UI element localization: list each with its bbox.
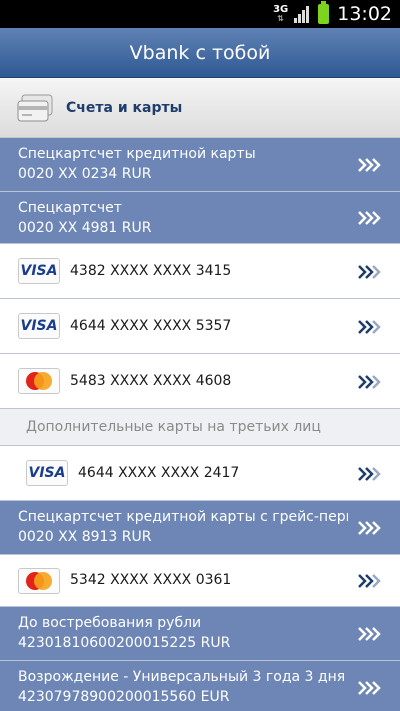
deposit-account-number: 42307978900200015560 EUR	[18, 689, 230, 705]
visa-logo: VISA	[26, 460, 68, 486]
account-number: 0020 XX 8913 RUR	[18, 529, 152, 545]
section-header-accounts-cards[interactable]: Счета и карты	[0, 78, 400, 138]
status-bar: 3G ⇅ 13:02	[0, 0, 400, 28]
card-row[interactable]: 5342 XXXX XXXX 0361	[0, 555, 400, 607]
chevron-right-icon	[358, 627, 381, 641]
chevron-right-icon	[358, 375, 381, 389]
app-title-bar: Vbank с тобой	[0, 28, 400, 78]
account-row[interactable]: Спецкартсчет кредитной карты с грейс-пер…	[0, 501, 400, 555]
chevron-right-icon	[358, 211, 381, 225]
deposit-name: До востребования рубли	[18, 615, 202, 631]
card-number: 5483 XXXX XXXX 4608	[70, 373, 232, 389]
card-number: 4644 XXXX XXXX 5357	[70, 318, 232, 334]
card-row[interactable]: VISA 4644 XXXX XXXX 5357	[0, 299, 400, 354]
account-name: Спецкартсчет кредитной карты с грейс-пер…	[18, 509, 348, 525]
visa-logo: VISA	[18, 313, 60, 339]
account-number: 0020 XX 0234 RUR	[18, 166, 152, 182]
deposit-row[interactable]: До востребования рубли 42301810600200015…	[0, 607, 400, 661]
chevron-right-icon	[358, 681, 381, 695]
chevron-right-icon	[358, 320, 381, 334]
card-row[interactable]: 5483 XXXX XXXX 4608	[0, 354, 400, 409]
chevron-right-icon	[358, 574, 381, 588]
account-row[interactable]: Спецкартсчет кредитной карты 0020 XX 023…	[0, 138, 400, 192]
deposit-row[interactable]: Возрождение - Универсальный 3 года 3 дня…	[0, 661, 400, 711]
third-party-cards-header: Дополнительные карты на третьих лиц	[0, 409, 400, 446]
status-time: 13:02	[337, 3, 392, 25]
mastercard-logo	[18, 368, 60, 394]
cards-icon	[17, 94, 53, 122]
mastercard-logo	[18, 568, 60, 594]
card-number: 5342 XXXX XXXX 0361	[70, 572, 232, 588]
chevron-right-icon	[358, 158, 381, 172]
card-number: 4382 XXXX XXXX 3415	[70, 263, 232, 279]
card-number: 4644 XXXX XXXX 2417	[78, 465, 240, 481]
signal-icon	[294, 5, 310, 23]
chevron-right-icon	[358, 467, 381, 481]
card-row[interactable]: VISA 4644 XXXX XXXX 2417	[0, 446, 400, 501]
battery-icon	[318, 1, 330, 24]
section-label: Счета и карты	[66, 99, 183, 116]
chevron-right-icon	[358, 265, 381, 279]
deposit-account-number: 42301810600200015225 RUR	[18, 635, 231, 651]
account-name: Спецкартсчет	[18, 200, 122, 216]
account-number: 0020 XX 4981 RUR	[18, 220, 152, 236]
network-indicator: 3G ⇅	[273, 4, 289, 23]
card-row[interactable]: VISA 4382 XXXX XXXX 3415	[0, 244, 400, 299]
app-title: Vbank с тобой	[129, 41, 271, 64]
deposit-name: Возрождение - Универсальный 3 года 3 дня	[18, 669, 346, 685]
visa-logo: VISA	[18, 258, 60, 284]
account-name: Спецкартсчет кредитной карты	[18, 146, 256, 162]
account-row[interactable]: Спецкартсчет 0020 XX 4981 RUR	[0, 192, 400, 244]
third-party-label: Дополнительные карты на третьих лиц	[26, 419, 321, 435]
chevron-right-icon	[358, 521, 381, 535]
